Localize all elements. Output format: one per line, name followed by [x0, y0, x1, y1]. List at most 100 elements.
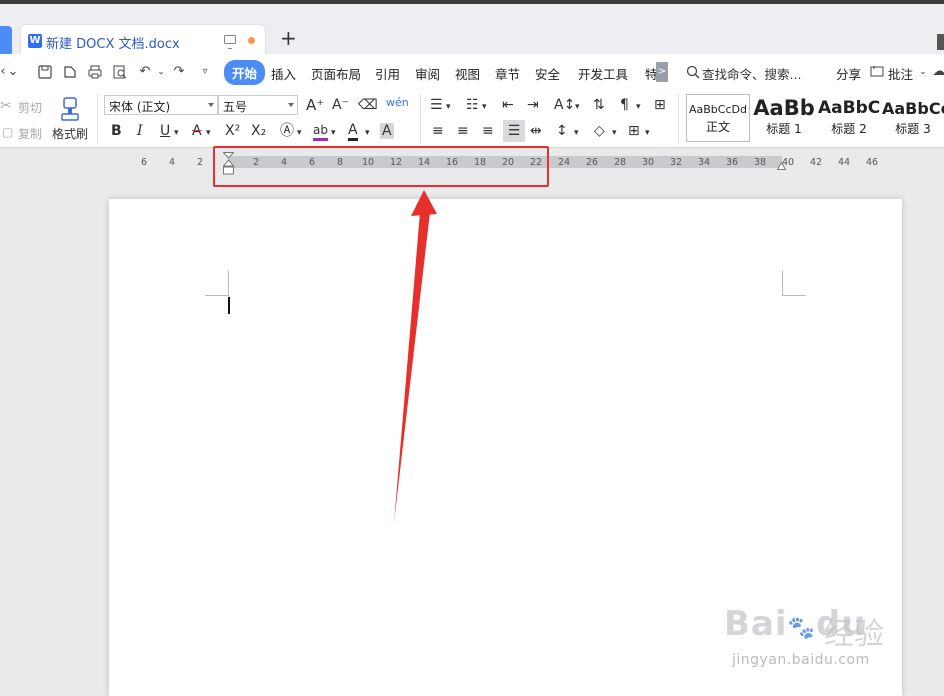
strikethrough-icon[interactable]: A [192, 123, 202, 139]
superscript-icon[interactable]: X² [225, 123, 240, 139]
shading-dropdown-icon[interactable]: ▾ [612, 125, 617, 141]
underline-dropdown-icon[interactable]: ▾ [174, 125, 179, 141]
ruler-tick-label: 46 [865, 157, 879, 168]
tab-home[interactable]: 开始 [224, 60, 266, 85]
tab-page-layout[interactable]: 页面布局 [311, 64, 361, 83]
unsaved-dot-icon [248, 37, 255, 44]
comment-dropdown-icon[interactable]: ⌄ [916, 65, 930, 79]
right-indent-marker-icon[interactable] [777, 162, 786, 170]
text-effect-dropdown-icon[interactable]: ▾ [297, 125, 302, 141]
show-marks-dropdown-icon[interactable]: ▾ [636, 99, 641, 115]
bullet-list-dropdown-icon[interactable]: ▾ [446, 99, 451, 115]
align-right-icon[interactable]: ≡ [482, 123, 494, 139]
clear-format-icon[interactable]: ⌫ [358, 97, 378, 113]
decrease-indent-icon[interactable]: ⇤ [502, 97, 514, 113]
increase-indent-icon[interactable]: ⇥ [527, 97, 539, 113]
undo-icon[interactable]: ↶ [138, 65, 152, 79]
distributed-align-icon[interactable]: ⇹ [530, 123, 542, 139]
table-grid-icon[interactable]: ⊞ [654, 97, 666, 113]
ruler-tick-label: 44 [837, 157, 851, 168]
format-painter-icon[interactable] [58, 96, 82, 122]
tab-references[interactable]: 引用 [375, 64, 400, 83]
tab-view[interactable]: 视图 [455, 64, 480, 83]
text-direction-icon[interactable]: A↕ [554, 97, 575, 113]
line-spacing-icon[interactable]: ↕ [556, 123, 568, 139]
sort-icon[interactable]: ⇅ [593, 97, 605, 113]
align-center-icon[interactable]: ≡ [457, 123, 469, 139]
italic-button[interactable]: I [137, 123, 143, 139]
style-heading-3[interactable]: AaBbCc 标题 3 [882, 94, 944, 142]
document-tab[interactable]: W 新建 DOCX 文档.docx [20, 24, 266, 58]
undo-dropdown-icon[interactable]: ⌄ [154, 65, 168, 79]
print-icon[interactable] [88, 65, 102, 79]
font-size-select[interactable]: 五号 [218, 95, 298, 115]
phonetic-guide-icon[interactable]: wén [386, 95, 409, 111]
line-spacing-dropdown-icon[interactable]: ▾ [574, 125, 579, 141]
font-color-icon[interactable]: A [348, 122, 358, 141]
chevron-down-icon[interactable]: ⌄ [6, 65, 20, 79]
numbered-list-dropdown-icon[interactable]: ▾ [482, 99, 487, 115]
font-color-dropdown-icon[interactable]: ▾ [365, 125, 370, 141]
numbered-list-icon[interactable]: ☷ [466, 97, 479, 113]
ribbon-separator [97, 94, 98, 144]
font-name-select[interactable]: 宋体 (正文) [104, 95, 218, 115]
style-normal[interactable]: AaBbCcDd 正文 [686, 94, 750, 142]
align-left-icon[interactable]: ≡ [432, 123, 444, 139]
tab-developer[interactable]: 开发工具 [578, 64, 628, 83]
ruler-tick-label: 42 [809, 157, 823, 168]
shading-icon[interactable]: ◇ [594, 123, 605, 139]
style-heading-2-label: 标题 2 [831, 122, 867, 136]
comment-button[interactable]: 批注 [888, 64, 913, 83]
strikethrough-dropdown-icon[interactable]: ▾ [206, 125, 211, 141]
cloud-icon[interactable]: ☁ [932, 65, 944, 79]
grow-font-icon[interactable]: A⁺ [306, 97, 324, 113]
home-tab[interactable] [0, 26, 12, 56]
font-size-value: 五号 [223, 100, 248, 114]
show-marks-icon[interactable]: ¶ [620, 97, 629, 113]
bullet-list-icon[interactable]: ☰ [430, 97, 443, 113]
new-tab-button[interactable]: + [280, 28, 297, 48]
border-icon[interactable]: ⊞ [628, 123, 640, 139]
print-preview-icon[interactable] [113, 65, 127, 79]
redo-icon[interactable]: ↷ [172, 65, 186, 79]
font-name-caret-icon [208, 103, 214, 107]
quick-access-dropdown-icon[interactable]: ▿ [198, 65, 212, 79]
search-icon[interactable] [686, 65, 700, 79]
justify-icon[interactable]: ☰ [503, 120, 525, 142]
monitor-icon[interactable] [224, 35, 236, 49]
text-direction-dropdown-icon[interactable]: ▾ [575, 99, 580, 115]
ruler-tick-label: 6 [140, 157, 148, 168]
format-painter-button[interactable]: 格式刷 [52, 125, 88, 142]
copy-button[interactable]: 复制 [18, 125, 42, 142]
highlight-dropdown-icon[interactable]: ▾ [331, 125, 336, 141]
char-shading-icon[interactable]: A [380, 123, 394, 139]
border-dropdown-icon[interactable]: ▾ [645, 125, 650, 141]
more-tabs-button[interactable]: > [656, 62, 668, 82]
style-normal-label: 正文 [705, 120, 730, 134]
scissors-icon: ✂ [0, 98, 12, 114]
tab-review[interactable]: 审阅 [415, 64, 440, 83]
command-search-input[interactable]: 查找命令、搜索... [702, 64, 801, 83]
subscript-icon[interactable]: X₂ [251, 123, 266, 139]
ruler-tick-label: 2 [196, 157, 204, 168]
highlight-icon[interactable]: ab [313, 122, 328, 141]
baidu-watermark: Bai🐾du 经验 jingyan.baidu.com [724, 594, 934, 674]
bold-button[interactable]: B [111, 123, 122, 139]
shrink-font-icon[interactable]: A⁻ [332, 97, 349, 113]
tab-insert[interactable]: 插入 [271, 64, 296, 83]
export-pdf-icon[interactable] [63, 65, 77, 79]
tab-chapter[interactable]: 章节 [495, 64, 520, 83]
watermark-cn-text: 经验 [824, 617, 884, 652]
tab-security[interactable]: 安全 [535, 64, 560, 83]
paw-icon: 🐾 [787, 616, 816, 641]
style-heading-2[interactable]: AaBbC 标题 2 [818, 94, 880, 142]
comment-icon[interactable] [870, 65, 884, 79]
share-button[interactable]: 分享 [836, 64, 861, 83]
style-heading-1[interactable]: AaBb 标题 1 [752, 94, 816, 142]
text-cursor [228, 297, 230, 314]
margin-corner-top-right [782, 271, 806, 296]
save-icon[interactable] [38, 65, 52, 79]
cut-button[interactable]: 剪切 [18, 99, 42, 116]
text-effect-icon[interactable]: Ⓐ [280, 123, 294, 139]
underline-button[interactable]: U [160, 123, 170, 139]
